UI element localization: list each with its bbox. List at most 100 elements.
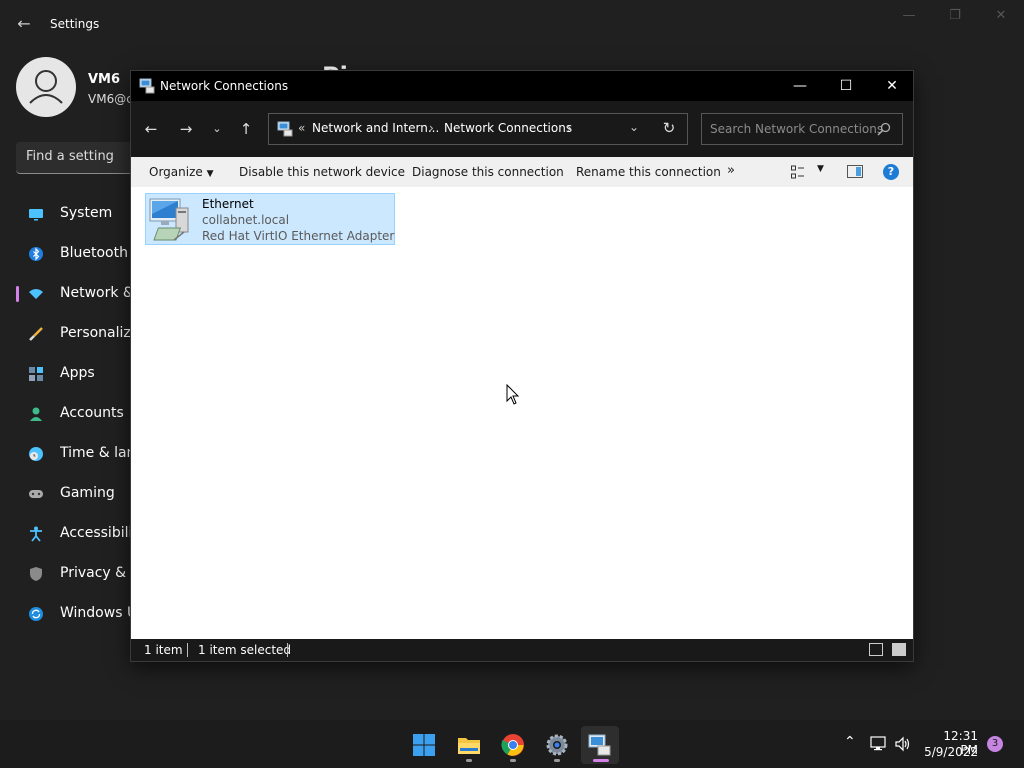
search-placeholder: Search Network Connections <box>710 122 884 136</box>
sync-icon <box>29 607 43 621</box>
nav-item-network[interactable]: Network & <box>16 276 136 312</box>
shield-icon <box>30 567 42 581</box>
show-hidden-icons-chevron-icon[interactable]: ⌃ <box>844 734 856 750</box>
file-explorer-icon <box>458 738 480 754</box>
nav-item-privacy[interactable]: Privacy & se <box>16 556 136 592</box>
start-icon <box>413 734 435 756</box>
nav-item-bluetooth[interactable]: Bluetooth & <box>16 236 136 272</box>
running-indicator <box>466 759 472 762</box>
diagnose-connection-button[interactable]: Diagnose this connection <box>412 165 564 179</box>
ethernet-adapter-icon <box>149 198 189 241</box>
brush-icon <box>29 327 43 341</box>
more-commands-button[interactable]: » <box>727 163 735 178</box>
nav-item-personalization[interactable]: Personaliza <box>16 316 136 352</box>
settings-titlebar: ← Settings — ❐ ✕ <box>0 0 1024 48</box>
nav-label: Accessibilit <box>60 525 130 541</box>
close-icon[interactable]: ✕ <box>986 8 1016 26</box>
bluetooth-icon <box>29 247 43 261</box>
accessibility-icon <box>30 526 42 542</box>
nav-item-apps[interactable]: Apps <box>16 356 136 392</box>
nav-label: Time & lang <box>60 445 130 461</box>
running-indicator <box>554 759 560 762</box>
start-button[interactable] <box>405 726 443 764</box>
volume-icon[interactable] <box>894 735 912 753</box>
adapter-domain: collabnet.local <box>202 213 290 227</box>
change-view-icon[interactable] <box>791 165 805 179</box>
nav-label: Windows U <box>60 605 130 621</box>
nav-item-accessibility[interactable]: Accessibilit <box>16 516 136 552</box>
search-box[interactable]: Search Network Connections <box>701 113 903 145</box>
chrome-icon <box>501 734 524 756</box>
nav-label: Privacy & se <box>60 565 130 581</box>
forward-icon[interactable]: → <box>174 117 198 141</box>
minimize-button[interactable]: — <box>777 71 823 101</box>
back-icon[interactable]: ← <box>139 117 163 141</box>
wifi-icon <box>29 289 43 299</box>
settings-title: Settings <box>50 17 100 31</box>
file-explorer-button[interactable] <box>450 726 488 764</box>
nav-label: Network & <box>60 285 130 301</box>
active-indicator <box>593 759 609 762</box>
nav-label: System <box>60 205 113 221</box>
help-icon[interactable]: ? <box>883 164 899 180</box>
running-indicator <box>510 759 516 762</box>
item-count: 1 item <box>144 643 183 657</box>
selected-indicator <box>16 286 19 302</box>
minimize-icon[interactable]: — <box>894 8 924 26</box>
avatar[interactable] <box>16 57 76 117</box>
up-icon[interactable]: ↑ <box>234 117 258 141</box>
settings-gear-icon <box>546 734 568 756</box>
adapter-item-ethernet[interactable]: Ethernet collabnet.local Red Hat VirtIO … <box>145 193 395 245</box>
nav-item-time-language[interactable]: Time & lang <box>16 436 136 472</box>
breadcrumb-network-connections[interactable]: Network Connections <box>444 121 572 135</box>
details-view-icon[interactable] <box>869 643 883 656</box>
notification-badge[interactable]: 3 <box>987 736 1003 752</box>
network-connections-icon <box>588 734 611 756</box>
clock-globe-icon <box>29 447 43 461</box>
disable-device-button[interactable]: Disable this network device <box>239 165 405 179</box>
large-icons-view-icon[interactable] <box>892 643 906 656</box>
settings-button[interactable] <box>538 726 576 764</box>
address-toolbar: ← → ⌄ ↑ « Network and Intern... › Networ… <box>131 101 913 157</box>
view-dropdown-icon[interactable]: ▼ <box>817 164 824 174</box>
refresh-icon[interactable]: ↻ <box>659 119 679 137</box>
breadcrumb-chevron-icon[interactable]: › <box>429 121 434 135</box>
window-titlebar[interactable]: Network Connections — ☐ ✕ <box>131 71 913 101</box>
nav-item-windows-update[interactable]: Windows U <box>16 596 136 632</box>
network-connections-icon <box>139 78 155 94</box>
recent-locations-chevron-icon[interactable]: ⌄ <box>205 117 229 141</box>
nav-item-system[interactable]: System <box>16 196 136 232</box>
status-divider <box>187 643 188 657</box>
nav-item-gaming[interactable]: Gaming <box>16 476 136 512</box>
address-dropdown-icon[interactable]: ⌄ <box>625 120 643 134</box>
network-connections-button[interactable] <box>581 726 619 764</box>
apps-icon <box>29 367 43 381</box>
nav-item-accounts[interactable]: Accounts <box>16 396 136 432</box>
adapter-device: Red Hat VirtIO Ethernet Adapter <box>202 229 395 243</box>
preview-pane-icon[interactable] <box>847 165 863 178</box>
network-status-icon[interactable] <box>870 735 888 753</box>
back-arrow-icon[interactable]: ← <box>14 14 34 34</box>
maximize-button[interactable]: ☐ <box>823 71 869 101</box>
close-button[interactable]: ✕ <box>869 71 915 101</box>
mouse-cursor-icon <box>506 384 520 405</box>
clock-date[interactable]: 5/9/2022 <box>918 745 978 759</box>
network-connections-window: Network Connections — ☐ ✕ ← → ⌄ ↑ « Netw… <box>130 70 914 662</box>
restore-icon[interactable]: ❐ <box>940 8 970 26</box>
selection-count: 1 item selected <box>198 643 292 657</box>
user-name: VM6 <box>88 72 121 87</box>
organize-button[interactable]: Organize ▼ <box>149 165 214 179</box>
chrome-button[interactable] <box>494 726 532 764</box>
find-setting-input[interactable]: Find a setting <box>16 142 136 174</box>
breadcrumb-network-internet[interactable]: Network and Intern... <box>312 121 439 135</box>
taskbar: ⌃ 12:31 PM 5/9/2022 3 <box>0 720 1024 768</box>
address-overflow[interactable]: « <box>298 121 305 135</box>
person-icon <box>30 407 42 421</box>
breadcrumb-chevron-icon[interactable]: › <box>567 121 572 135</box>
address-bar[interactable]: « Network and Intern... › Network Connec… <box>268 113 688 145</box>
status-divider <box>287 643 288 657</box>
command-bar: Organize ▼ Disable this network device D… <box>131 157 913 187</box>
rename-connection-button[interactable]: Rename this connection <box>576 165 721 179</box>
nav-label: Apps <box>60 365 95 381</box>
control-panel-icon <box>277 121 293 137</box>
